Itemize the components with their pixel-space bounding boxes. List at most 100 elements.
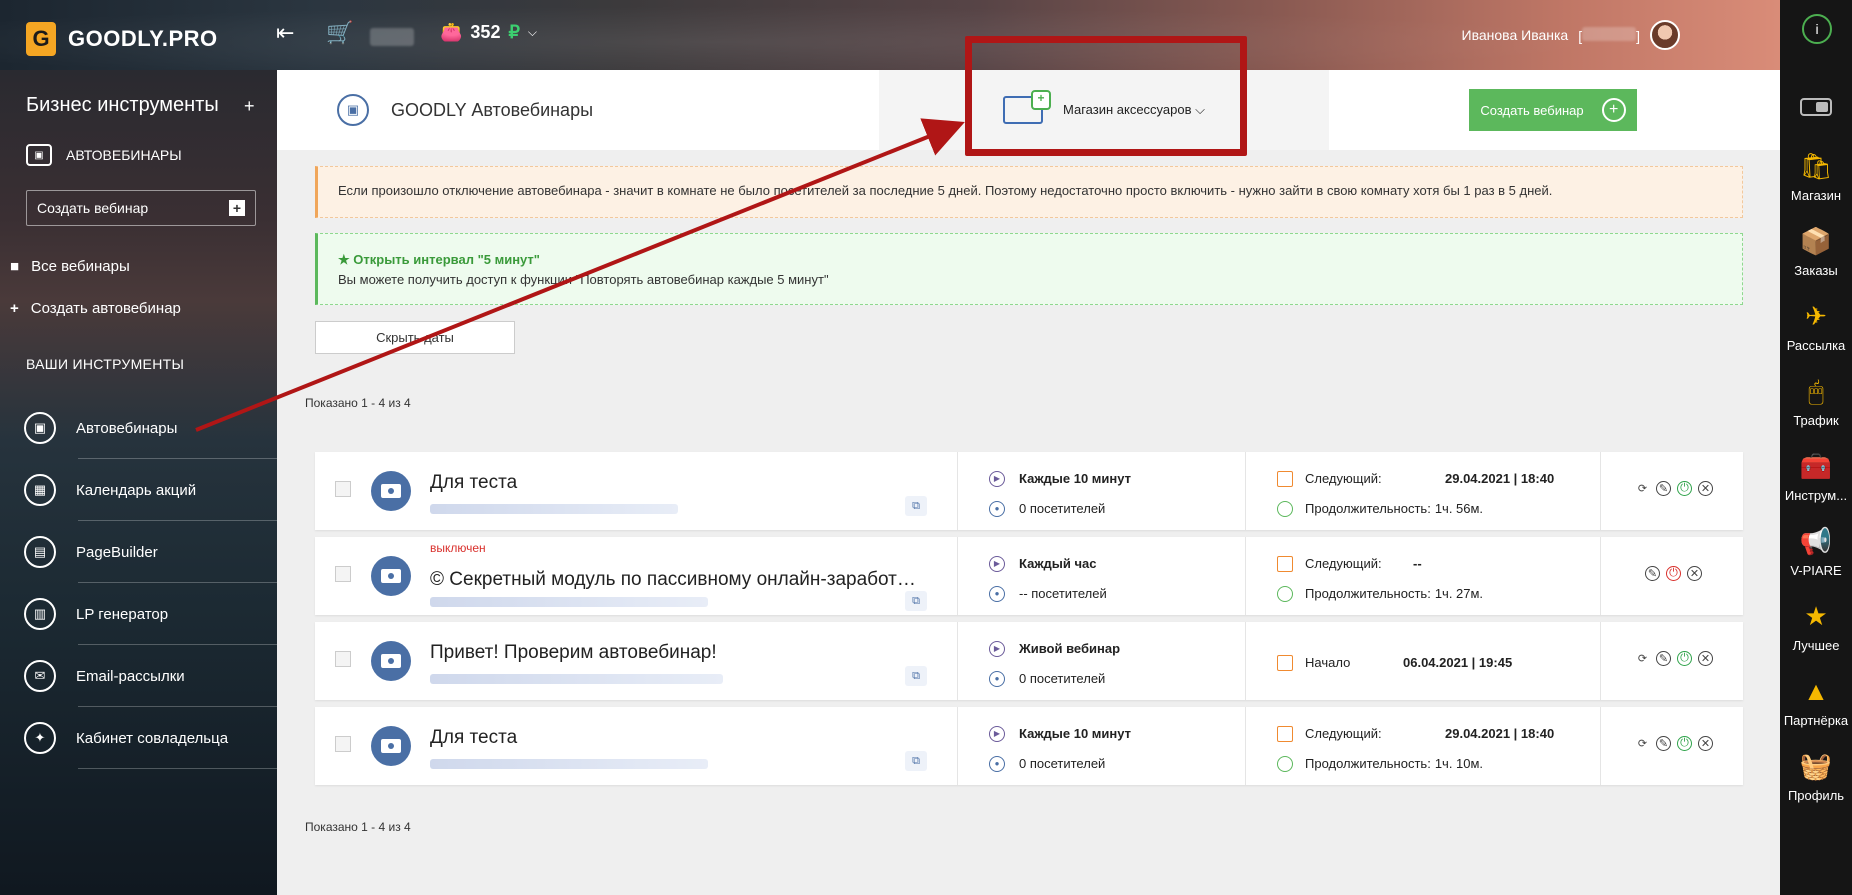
logo[interactable]: G GOODLY.PRO bbox=[26, 22, 218, 56]
page-header: ▣ GOODLY Автовебинары Магазин аксессуаро… bbox=[277, 70, 1780, 150]
webinar-link[interactable] bbox=[430, 504, 678, 514]
balance-amount: 352 bbox=[470, 22, 501, 42]
create-webinar-sidebar-button[interactable]: Создать вебинар + bbox=[26, 190, 256, 226]
balance[interactable]: 👛 352 ₽ ⌵ bbox=[440, 22, 537, 43]
copy-icon[interactable]: ⧉ bbox=[905, 496, 927, 516]
tool-pagebuilder[interactable]: ▤ PageBuilder bbox=[24, 536, 277, 568]
rightbar-item-vpiare[interactable]: 📢 V-PIARE bbox=[1780, 525, 1852, 578]
rightbar-item-mailing[interactable]: ✈ Рассылка bbox=[1780, 300, 1852, 353]
avatar[interactable] bbox=[1650, 20, 1680, 50]
rightbar-label: Инструм... bbox=[1784, 488, 1848, 503]
promo-title[interactable]: ★ Открыть интервал "5 минут" bbox=[338, 250, 1722, 270]
section-heading: ВАШИ ИНСТРУМЕНТЫ bbox=[26, 356, 185, 372]
duration-label: Продолжительность: bbox=[1305, 501, 1431, 516]
tool-lp-generator[interactable]: ▥ LP генератор bbox=[24, 598, 277, 630]
sidebar-item-all-webinars[interactable]: ■ Все вебинары bbox=[10, 258, 130, 275]
visitors-text: 0 посетителей bbox=[1019, 756, 1106, 771]
divider bbox=[1245, 537, 1246, 615]
rightbar-item-tools[interactable]: 🧰 Инструм... bbox=[1780, 450, 1852, 503]
duration-value: 1ч. 10м. bbox=[1434, 756, 1484, 771]
edit-icon[interactable]: ✎ bbox=[1645, 566, 1660, 581]
sync-icon[interactable]: ⟳ bbox=[1635, 736, 1650, 751]
power-icon[interactable]: ⏻ bbox=[1677, 481, 1692, 496]
rightbar-label: Партнёрка bbox=[1783, 713, 1849, 728]
top-bar: G GOODLY.PRO ⇤ 🛒 👛 352 ₽ ⌵ Иванова Иванк… bbox=[0, 0, 1780, 70]
next-label: Следующий: bbox=[1305, 556, 1382, 571]
shop-accessories-label: Магазин аксессуаров ⌵ bbox=[1063, 102, 1205, 117]
tool-autowebinars[interactable]: ▣ Автовебинары bbox=[24, 412, 277, 444]
timing-block: Начало 06.04.2021 | 19:45 bbox=[1277, 648, 1607, 678]
plus-icon: + bbox=[10, 300, 19, 317]
tool-email[interactable]: ✉ Email-рассылки bbox=[24, 660, 277, 692]
sidebar-category[interactable]: ▣ АВТОВЕБИНАРЫ bbox=[26, 144, 182, 166]
delete-icon[interactable]: ✕ bbox=[1687, 566, 1702, 581]
rightbar-item-profile[interactable]: 🧺 Профиль bbox=[1780, 750, 1852, 803]
monitor-settings-icon bbox=[1003, 90, 1051, 124]
row-checkbox[interactable] bbox=[335, 651, 351, 667]
edit-icon[interactable]: ✎ bbox=[1656, 481, 1671, 496]
user-menu[interactable]: Иванова Иванка [] bbox=[1462, 20, 1680, 50]
info-icon[interactable]: i bbox=[1802, 14, 1832, 44]
power-icon[interactable]: ⏻ bbox=[1666, 566, 1681, 581]
table-row[interactable]: Для теста ⧉ ▶ Каждые 10 минут ● 0 посетите… bbox=[315, 452, 1743, 530]
collapse-sidebar-icon[interactable]: ⇤ bbox=[276, 20, 294, 46]
user-name: Иванова Иванка bbox=[1461, 27, 1569, 43]
webinar-link[interactable] bbox=[430, 597, 708, 607]
create-webinar-button-label: Создать вебинар bbox=[1480, 102, 1584, 118]
create-webinar-button[interactable]: Создать вебинар + bbox=[1469, 89, 1637, 131]
webinar-title[interactable]: © Секретный модуль по пассивному онлайн-… bbox=[430, 569, 916, 591]
divider bbox=[957, 537, 958, 615]
copy-icon[interactable]: ⧉ bbox=[905, 591, 927, 611]
tool-coowner[interactable]: ✦ Кабинет совладельца bbox=[24, 722, 277, 754]
sidebar-category-label: АВТОВЕБИНАРЫ bbox=[66, 147, 182, 163]
delete-icon[interactable]: ✕ bbox=[1698, 481, 1713, 496]
row-checkbox[interactable] bbox=[335, 481, 351, 497]
logo-icon: G bbox=[26, 22, 56, 56]
power-icon[interactable]: ⏻ bbox=[1677, 736, 1692, 751]
orders-icon: 📦 bbox=[1799, 226, 1833, 256]
table-row[interactable]: выключен © Секретный модуль по пассивном… bbox=[315, 537, 1743, 615]
webinar-link[interactable] bbox=[430, 674, 723, 684]
rightbar-item-best[interactable]: ★ Лучшее bbox=[1780, 600, 1852, 653]
copy-icon[interactable]: ⧉ bbox=[905, 666, 927, 686]
row-checkbox[interactable] bbox=[335, 566, 351, 582]
sidebar-item-create-autowebinar[interactable]: + Создать автовебинар bbox=[10, 300, 181, 317]
schedule-text: Каждые 10 минут bbox=[1019, 471, 1132, 486]
delete-icon[interactable]: ✕ bbox=[1698, 651, 1713, 666]
divider bbox=[78, 768, 277, 769]
wallet-icon: 👛 bbox=[440, 22, 463, 42]
next-value: 29.04.2021 | 18:40 bbox=[1445, 471, 1555, 486]
calendar-icon bbox=[1277, 471, 1293, 487]
pagebuilder-icon: ▤ bbox=[24, 536, 56, 568]
cart-icon[interactable]: 🛒 bbox=[326, 20, 353, 46]
delete-icon[interactable]: ✕ bbox=[1698, 736, 1713, 751]
table-row[interactable]: Для теста ⧉ ▶ Каждые 10 минут ● 0 посетите… bbox=[315, 707, 1743, 785]
webinar-title[interactable]: Для теста bbox=[430, 727, 517, 749]
webinar-title[interactable]: Для теста bbox=[430, 472, 517, 494]
edit-icon[interactable]: ✎ bbox=[1656, 651, 1671, 666]
hide-dates-button[interactable]: Скрыть даты bbox=[315, 321, 515, 354]
shop-accessories-dropdown[interactable]: Магазин аксессуаров ⌵ bbox=[879, 70, 1329, 150]
schedule-text: Живой вебинар bbox=[1019, 641, 1121, 656]
copy-icon[interactable]: ⧉ bbox=[905, 751, 927, 771]
rightbar-item-orders[interactable]: 📦 Заказы bbox=[1780, 225, 1852, 278]
sync-icon[interactable]: ⟳ bbox=[1635, 481, 1650, 496]
rightbar-item-partner[interactable]: ▲ Партнёрка bbox=[1780, 675, 1852, 728]
user-icon: ● bbox=[989, 756, 1005, 772]
tool-calendar[interactable]: ▦ Календарь акций bbox=[24, 474, 277, 506]
row-checkbox[interactable] bbox=[335, 736, 351, 752]
user-id: [] bbox=[1578, 26, 1640, 44]
divider bbox=[1600, 622, 1601, 700]
webinar-title[interactable]: Привет! Проверим автовебинар! bbox=[430, 642, 717, 664]
divider bbox=[78, 644, 277, 645]
edit-icon[interactable]: ✎ bbox=[1656, 736, 1671, 751]
rightbar-item-shop[interactable]: 🛍 Магазин bbox=[1780, 150, 1852, 203]
sync-icon[interactable]: ⟳ bbox=[1635, 651, 1650, 666]
add-tool-icon[interactable]: + bbox=[244, 96, 255, 117]
theme-toggle[interactable] bbox=[1800, 98, 1832, 116]
webinar-link[interactable] bbox=[430, 759, 708, 769]
rightbar-item-traffic[interactable]: 🖱 Трафик bbox=[1780, 375, 1852, 428]
power-icon[interactable]: ⏻ bbox=[1677, 651, 1692, 666]
table-row[interactable]: Привет! Проверим автовебинар! ⧉ ▶ Живой в… bbox=[315, 622, 1743, 700]
right-sidebar: i 🛍 Магазин 📦 Заказы ✈ Рассылка 🖱 Трафик… bbox=[1780, 0, 1852, 895]
